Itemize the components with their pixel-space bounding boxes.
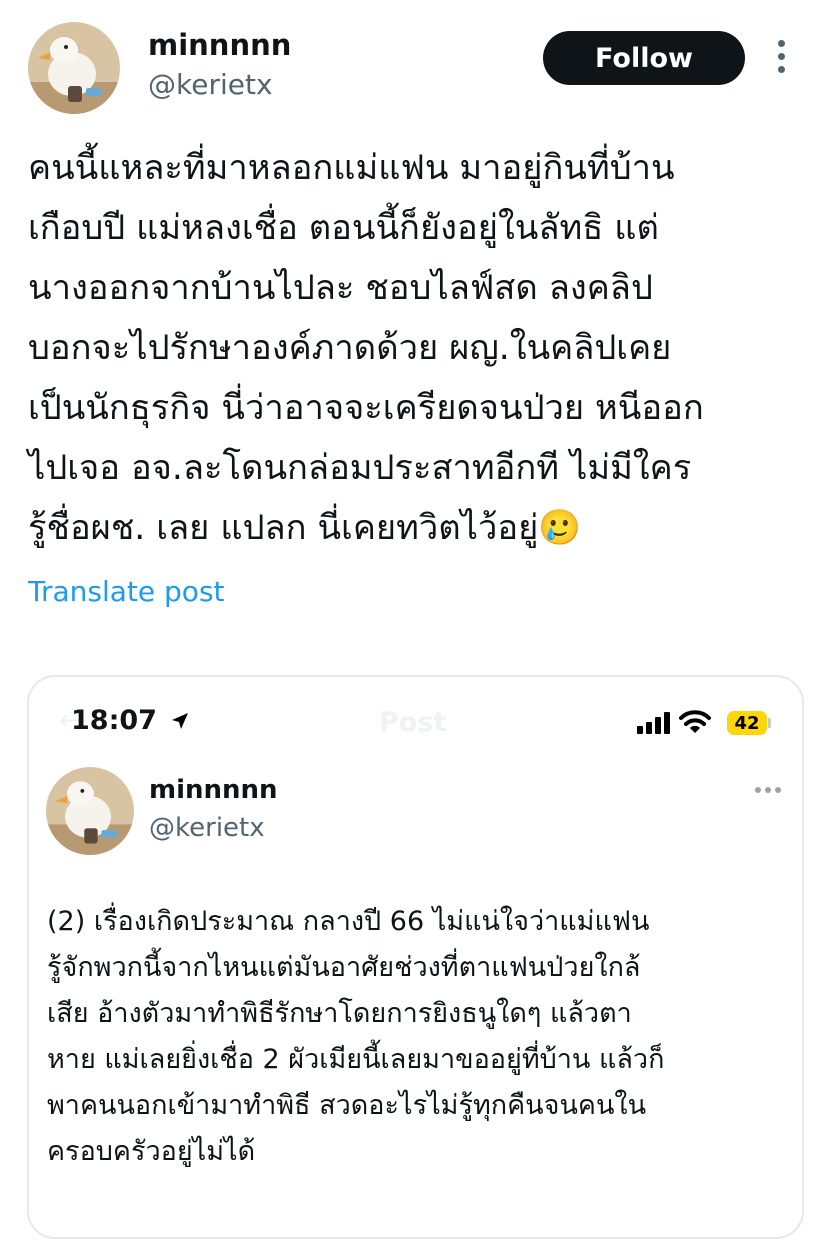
quoted-author-name: minnnnn — [149, 775, 278, 805]
post-text: คนนี้แหละที่มาหลอกแม่แฟน มาอยู่กินที่บ้า… — [28, 138, 818, 558]
translate-post-link[interactable]: Translate post — [28, 575, 225, 608]
avatar[interactable] — [28, 22, 120, 114]
cellular-signal-icon — [637, 712, 670, 734]
quoted-post-text: (2) เรื่องเกิดประมาณ กลางปี 66 ไม่แน่ใจว… — [47, 899, 797, 1175]
quoted-author-handle: @kerietx — [149, 813, 265, 843]
post-line: เป็นนักธุรกิจ นี่ว่าอาจจะเครียดจนป่วย หน… — [28, 388, 704, 428]
quoted-line: (2) เรื่องเกิดประมาณ กลางปี 66 ไม่แน่ใจว… — [47, 906, 650, 937]
quoted-line: รู้จักพวกนี้จากไหนแต่มันอาศัยช่วงที่ตาแฟ… — [47, 952, 641, 983]
follow-button[interactable]: Follow — [543, 31, 745, 85]
post-line: รู้ชื่อผช. เลย แปลก นี่เคยทวิตไว้อยู่🥲 — [28, 508, 582, 548]
post-line: เกือบปี แม่หลงเชื่อ ตอนนี้ก็ยังอยู่ในลัท… — [28, 208, 659, 248]
quoted-line: ครอบครัวอยู่ไม่ได้ — [47, 1136, 256, 1167]
wifi-icon — [679, 710, 711, 733]
author-handle[interactable]: @kerietx — [148, 68, 273, 101]
more-vertical-icon[interactable] — [772, 40, 790, 76]
post-line: ไปเจอ อจ.ละโดนกล่อมประสาทอีกที ไม่มีใคร — [28, 448, 692, 488]
battery-cap — [768, 718, 771, 728]
quoted-line: พาคนนอกเข้ามาทำพิธี สวดอะไรไม่รู้ทุกคืนจ… — [47, 1090, 647, 1121]
battery-indicator: 42 — [727, 711, 767, 735]
post-line: บอกจะไปรักษาองค์ภาดด้วย ผญ.ในคลิปเคย — [28, 328, 672, 368]
author-name[interactable]: minnnnn — [148, 28, 291, 62]
quoted-avatar — [46, 767, 134, 855]
quoted-line: หาย แม่เลยยิ่งเชื่อ 2 ผัวเมียนี้เลยมาขออ… — [47, 1044, 665, 1075]
post-line: นางออกจากบ้านไปละ ชอบไลฟ์สด ลงคลิป — [28, 268, 653, 308]
faded-post-title: Post — [379, 707, 447, 738]
status-time-text: 18:07 — [71, 705, 157, 736]
location-arrow-icon — [172, 713, 189, 729]
more-horizontal-icon — [755, 787, 783, 795]
quoted-line: เสีย อ้างตัวมาทำพิธีรักษาโดยการยิงธนูใดๆ… — [47, 998, 632, 1029]
attached-image[interactable]: ← Post 18:07 42 minnnnn @kerietx (2) เรื… — [27, 675, 804, 1239]
status-bar-time: 18:07 — [71, 705, 190, 736]
post-line: คนนี้แหละที่มาหลอกแม่แฟน มาอยู่กินที่บ้า… — [28, 148, 675, 188]
